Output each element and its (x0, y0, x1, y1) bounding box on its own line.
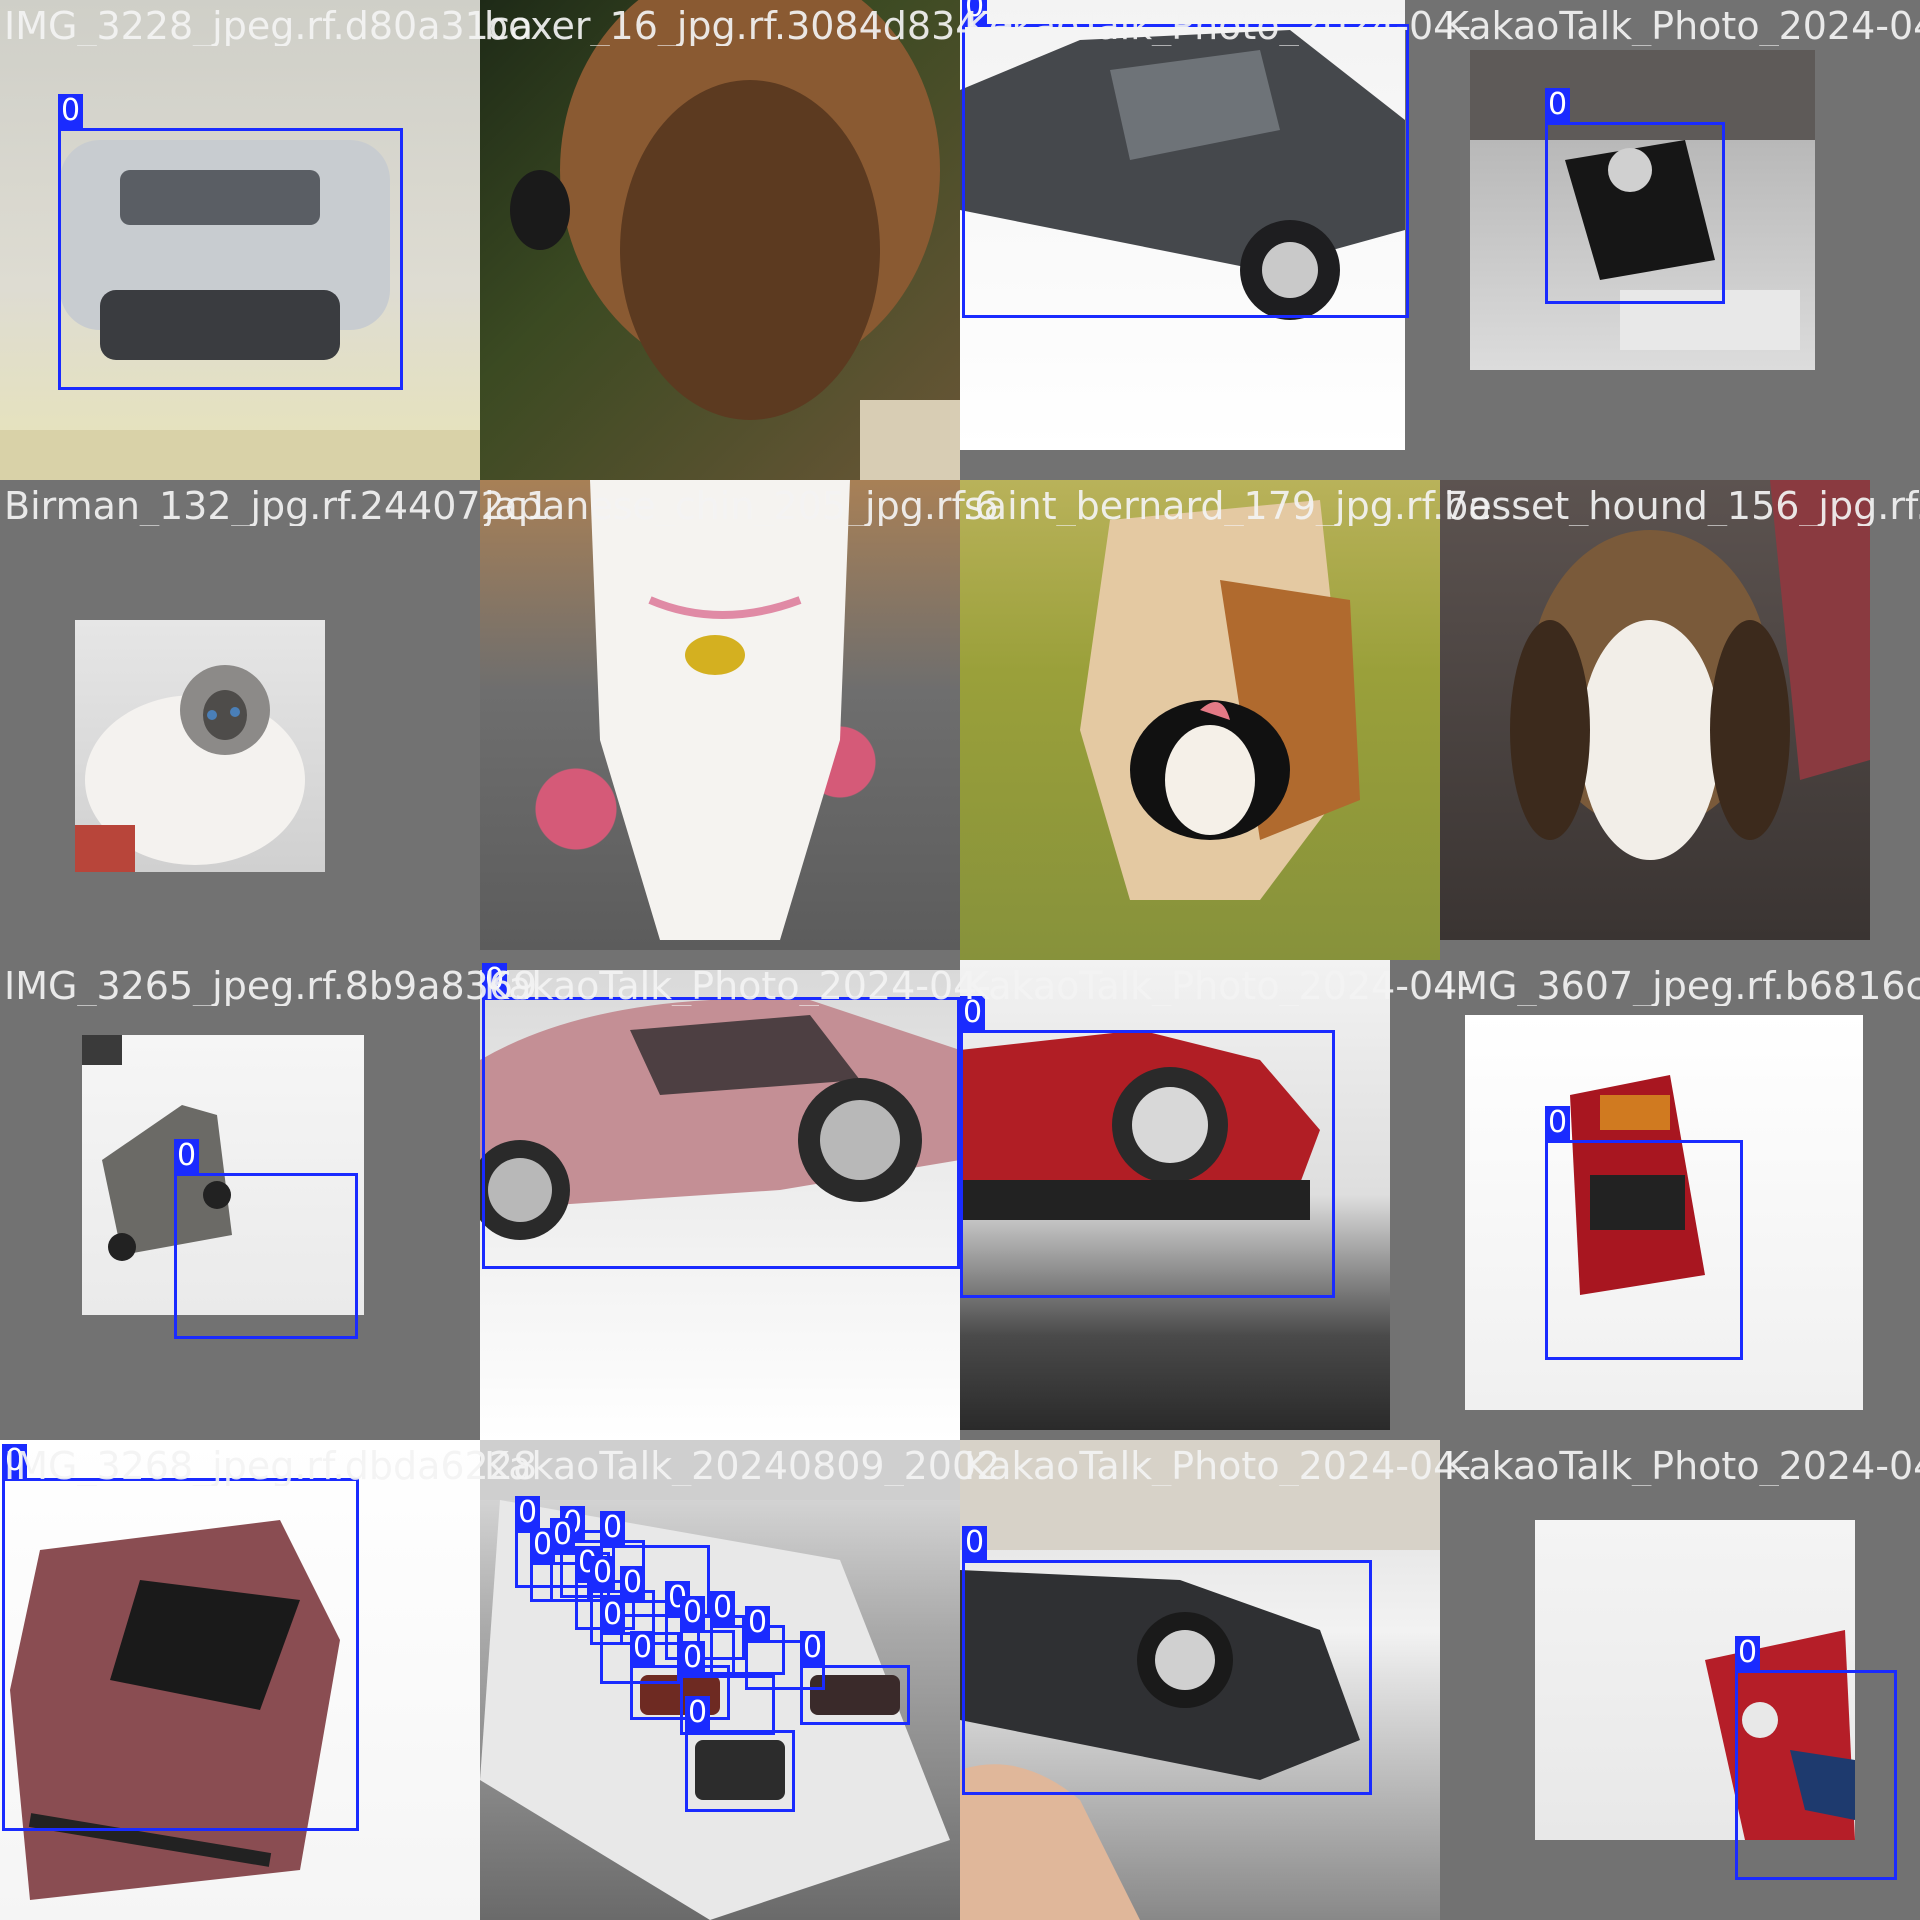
tile-photo (1440, 480, 1870, 940)
bounding-box: 0 (482, 963, 960, 1269)
bounding-box: 0 (58, 94, 403, 390)
mosaic-tile: 0 (1440, 1440, 1920, 1920)
tile-photo (960, 480, 1440, 960)
tile-photo (480, 0, 960, 480)
mosaic-tile: 0 (960, 960, 1440, 1440)
mosaic-tile: 00000000000000000 (480, 1440, 960, 1920)
training-batch-mosaic: 000000000000000000000000000IMG_3228_jpeg… (0, 0, 1920, 1920)
tile-filename-caption: KakaoTalk_Photo_2024-04- (1444, 1446, 1920, 1486)
tile-photo (75, 620, 325, 872)
tile-filename-caption: basset_hound_156_jpg.rf.d4 (1444, 486, 1920, 526)
tile-filename-caption: KakaoTalk_Photo_2024-04- (964, 966, 1472, 1006)
tile-filename-caption: IMG_3228_jpeg.rf.d80a31ca (4, 6, 534, 46)
mosaic-tile: 0 (480, 960, 960, 1440)
mosaic-tile: 0 (0, 1440, 480, 1920)
mosaic-tile: 0 (1440, 960, 1920, 1440)
tile-filename-caption: KakaoTalk_Photo_2024-04- (964, 6, 1472, 46)
mosaic-tile (480, 0, 960, 480)
class-label: 0 (620, 1566, 646, 1600)
class-label: 0 (600, 1598, 626, 1632)
tile-filename-caption: saint_bernard_179_jpg.rf.7e (964, 486, 1492, 526)
mosaic-tile: 0 (0, 960, 480, 1440)
bounding-box: 0 (960, 996, 1335, 1298)
tile-filename-caption: KakaoTalk_Photo_2024-04- (484, 966, 992, 1006)
mosaic-tile (480, 480, 960, 960)
class-label: 0 (515, 1496, 541, 1530)
tile-filename-caption: KakaoTalk_Photo_2024-04- (964, 1446, 1472, 1486)
class-label: 0 (800, 1631, 826, 1665)
class-label: 0 (680, 1596, 706, 1630)
class-label: 0 (962, 1526, 988, 1560)
class-label: 0 (680, 1641, 706, 1675)
tile-filename-caption: japanese_chin_205_jpg.rf.6 (484, 486, 999, 526)
class-label: 0 (550, 1518, 576, 1552)
class-label: 0 (630, 1631, 656, 1665)
mosaic-tile: 0 (960, 0, 1440, 480)
bounding-box: 0 (962, 0, 1409, 318)
class-label: 0 (745, 1606, 771, 1640)
tile-filename-caption: IMG_3268_jpeg.rf.dbda6228 (4, 1446, 538, 1486)
mosaic-tile: 0 (0, 0, 480, 480)
bounding-box: 0 (962, 1526, 1372, 1795)
mosaic-tile: 0 (960, 1440, 1440, 1920)
class-label: 0 (174, 1139, 200, 1173)
class-label: 0 (590, 1556, 616, 1590)
class-label: 0 (600, 1511, 626, 1545)
mosaic-tile (960, 480, 1440, 960)
mosaic-tile: 0 (1440, 0, 1920, 480)
mosaic-tile (1440, 480, 1920, 960)
bounding-box: 0 (2, 1444, 359, 1831)
bounding-box: 0 (685, 1696, 795, 1812)
tile-filename-caption: IMG_3265_jpeg.rf.8b9a8369 (4, 966, 538, 1006)
class-label: 0 (1545, 1106, 1571, 1140)
bounding-box: 0 (174, 1139, 358, 1339)
class-label: 0 (1545, 88, 1571, 122)
class-label: 0 (1735, 1636, 1761, 1670)
tile-filename-caption: IMG_3607_jpeg.rf.b6816cf9 (1444, 966, 1920, 1006)
bounding-box: 0 (1735, 1636, 1897, 1880)
bounding-box: 0 (1545, 1106, 1743, 1360)
class-label: 0 (710, 1591, 736, 1625)
tile-filename-caption: Birman_132_jpg.rf.244072c1 (4, 486, 550, 526)
tile-filename-caption: boxer_16_jpg.rf.3084d8347f (484, 6, 1017, 46)
class-label: 0 (685, 1696, 711, 1730)
class-label: 0 (58, 94, 84, 128)
tile-filename-caption: KakaoTalk_Photo_2024-04- (1444, 6, 1920, 46)
tile-photo (480, 480, 960, 950)
bounding-box: 0 (1545, 88, 1725, 304)
bounding-box: 0 (800, 1631, 910, 1725)
tile-filename-caption: KakaoTalk_20240809_2002 (484, 1446, 1001, 1486)
mosaic-tile (0, 480, 480, 960)
